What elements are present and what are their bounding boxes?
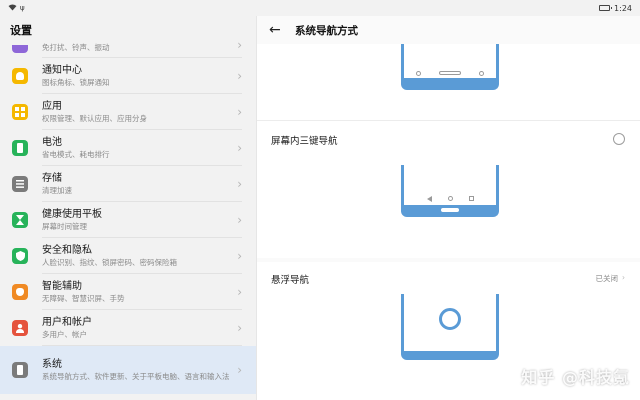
status-bar: ψ 1:24: [0, 0, 640, 16]
chevron-right-icon: ›: [237, 141, 242, 155]
settings-item-title: 用户和帐户: [42, 317, 92, 328]
three-key-navigation-label: 屏幕内三键导航: [271, 136, 338, 147]
settings-item-title: 应用: [42, 101, 62, 112]
settings-item-storage[interactable]: 存储 清理加速 ›: [0, 166, 256, 202]
three-key-navigation-card[interactable]: 屏幕内三键导航: [257, 120, 640, 258]
settings-item-subtitle: 多用户、帐户: [42, 330, 87, 339]
chevron-right-icon: ›: [237, 37, 242, 52]
home-circle-icon: [447, 196, 453, 201]
chevron-right-icon: ›: [237, 177, 242, 191]
settings-item-title: 安全和隐私: [42, 245, 92, 256]
navigation-detail-pane: ← 系统导航方式 屏幕内三键导航 悬浮导航 已关闭 › 知乎 @科技氪: [256, 16, 640, 400]
usb-icon: ψ: [20, 4, 25, 12]
watermark: 知乎 @科技氪: [521, 368, 630, 387]
chevron-right-icon: ›: [237, 69, 242, 83]
settings-item-system[interactable]: 系统 系统导航方式、软件更新、关于平板电脑、语言和输入法 ›: [0, 346, 256, 394]
settings-item-subtitle: 系统导航方式、软件更新、关于平板电脑、语言和输入法: [42, 372, 230, 381]
chevron-right-icon: ›: [237, 321, 242, 335]
settings-item-security[interactable]: 安全和隐私 人脸识别、指纹、锁屏密码、密码保险箱 ›: [0, 238, 256, 274]
settings-item-notifications[interactable]: 通知中心 图标角标、锁屏通知 ›: [0, 58, 256, 94]
nav-dot-icon: [479, 71, 484, 76]
floating-phone-illustration: [401, 294, 499, 360]
bell-icon: [12, 68, 28, 84]
settings-item-digital-health[interactable]: 健康使用平板 屏幕时间管理 ›: [0, 202, 256, 238]
settings-item-title: 健康使用平板: [42, 209, 102, 220]
sound-icon: [12, 45, 28, 53]
settings-item-title: 电池: [42, 137, 62, 148]
settings-item-battery[interactable]: 电池 省电模式、耗电排行 ›: [0, 130, 256, 166]
floating-button-icon: [439, 308, 461, 330]
chevron-right-icon: ›: [237, 213, 242, 227]
chevron-right-icon: ›: [237, 285, 242, 299]
settings-item-title: 存储: [42, 173, 62, 184]
settings-item-subtitle: 省电模式、耗电排行: [42, 150, 110, 159]
gesture-navigation-card[interactable]: [257, 44, 640, 120]
shield-icon: [12, 248, 28, 264]
three-key-navigation-radio[interactable]: [613, 133, 625, 145]
gesture-phone-illustration: [401, 44, 499, 90]
floating-navigation-label: 悬浮导航: [271, 275, 310, 286]
storage-icon: [12, 176, 28, 192]
three-key-phone-illustration: [401, 165, 499, 217]
settings-item-subtitle: 免打扰、铃声、振动: [42, 43, 110, 52]
chevron-right-icon: ›: [237, 105, 242, 119]
status-icons-right: 1:24: [599, 4, 632, 13]
nav-dot-icon: [416, 71, 421, 76]
settings-item-users-accounts[interactable]: 用户和帐户 多用户、帐户 ›: [0, 310, 256, 346]
battery-icon: [12, 140, 28, 156]
chevron-right-icon: ›: [622, 273, 625, 282]
nav-pill-icon: [439, 71, 461, 75]
settings-item-subtitle: 图标角标、锁屏通知: [42, 78, 110, 87]
chevron-right-icon: ›: [237, 363, 242, 377]
settings-item-title: 系统: [42, 359, 62, 370]
settings-list: 免打扰、铃声、振动 › 通知中心 图标角标、锁屏通知 › 应用 权限管理、默认应…: [0, 36, 256, 394]
system-icon: [12, 362, 28, 378]
settings-item-subtitle: 人脸识别、指纹、锁屏密码、密码保险箱: [42, 258, 177, 267]
recent-square-icon: [468, 196, 474, 201]
floating-navigation-status-text: 已关闭: [595, 274, 619, 283]
detail-header: ← 系统导航方式: [257, 16, 640, 44]
user-icon: [12, 320, 28, 336]
hand-icon: [12, 284, 28, 300]
settings-item-subtitle: 权限管理、默认应用、应用分身: [42, 114, 147, 123]
settings-item-subtitle: 屏幕时间管理: [42, 222, 87, 231]
settings-sidebar: 设置 免打扰、铃声、振动 › 通知中心 图标角标、锁屏通知 › 应用 权限管理、…: [0, 16, 256, 400]
settings-item-title: 通知中心: [42, 65, 82, 76]
page-title: 系统导航方式: [295, 24, 358, 37]
settings-item-subtitle: 无障碍、智慧识屏、手势: [42, 294, 125, 303]
settings-item-title: 智能辅助: [42, 281, 82, 292]
status-time: 1:24: [614, 3, 632, 13]
back-triangle-icon: [426, 196, 432, 202]
back-arrow-icon[interactable]: ←: [269, 22, 291, 38]
settings-item-accessibility[interactable]: 智能辅助 无障碍、智慧识屏、手势 ›: [0, 274, 256, 310]
settings-item-sound[interactable]: 免打扰、铃声、振动 ›: [0, 36, 256, 58]
floating-navigation-status[interactable]: 已关闭 ›: [596, 273, 626, 284]
battery-status-icon: [599, 5, 613, 11]
chevron-right-icon: ›: [237, 249, 242, 263]
settings-item-apps[interactable]: 应用 权限管理、默认应用、应用分身 ›: [0, 94, 256, 130]
status-icons-left: ψ: [8, 4, 25, 13]
wifi-icon: [8, 4, 17, 13]
hourglass-icon: [12, 212, 28, 228]
settings-item-subtitle: 清理加速: [42, 186, 72, 195]
apps-icon: [12, 104, 28, 120]
